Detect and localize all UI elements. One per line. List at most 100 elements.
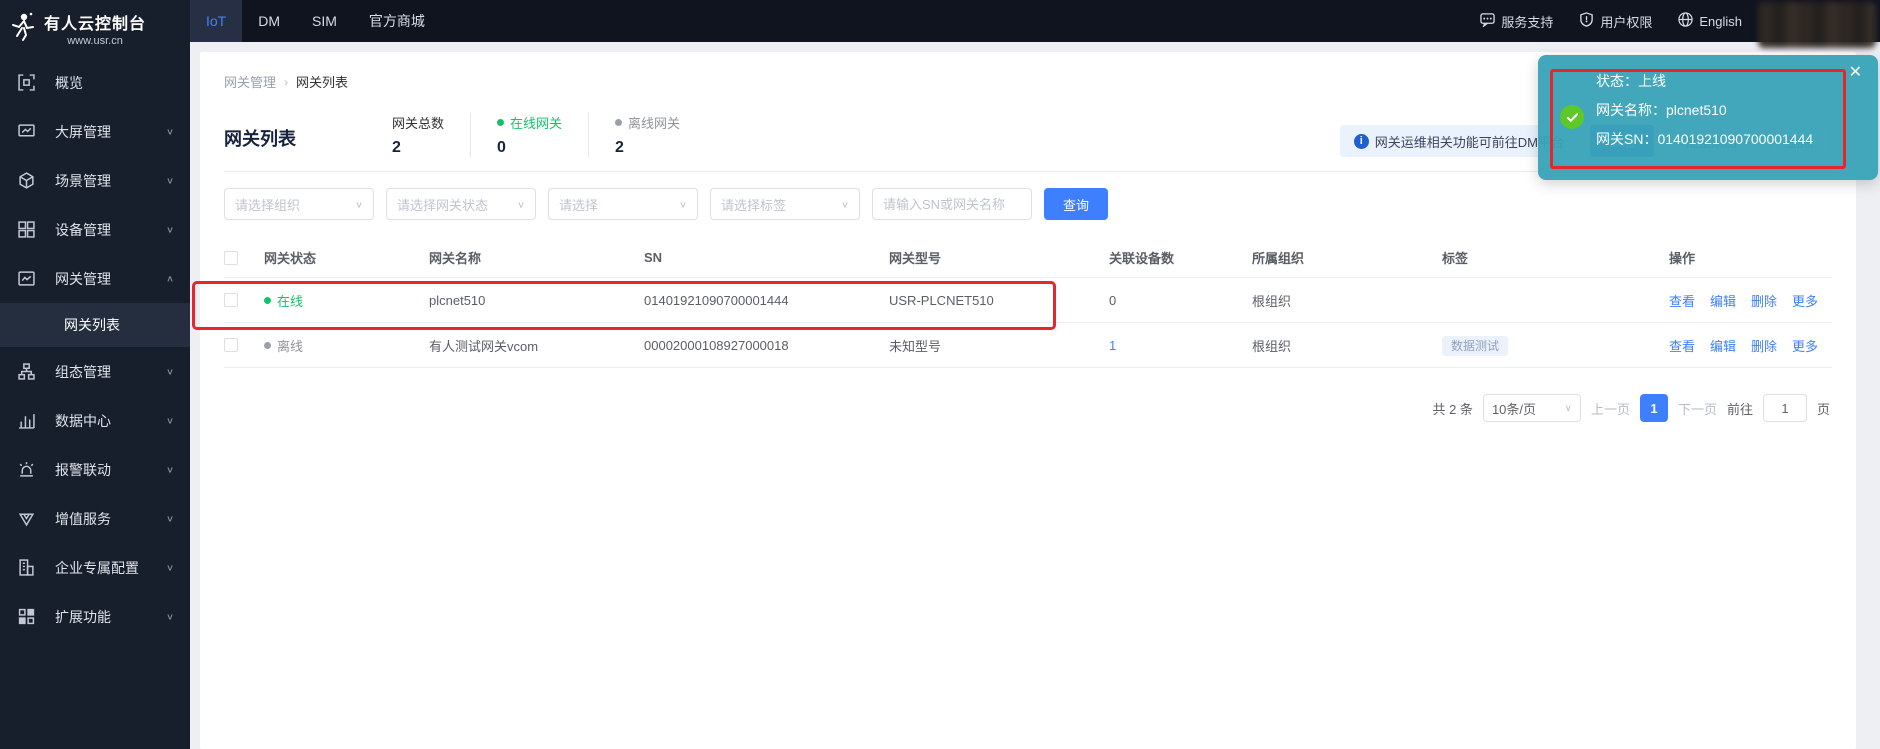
brand-title: 有人云控制台 xyxy=(44,10,146,34)
gateway-sn: 01401921090700001444 xyxy=(644,293,889,308)
org-name: 根组织 xyxy=(1252,336,1442,355)
offline-dot-icon xyxy=(264,342,271,349)
sidebar-item-alarm-linkage[interactable]: 报警联动 ∨ xyxy=(0,445,190,494)
gateway-online-toast: ✕ 状态：上线 网关名称：plcnet510 网关SN：014019210907… xyxy=(1538,55,1878,180)
chevron-down-icon: ∨ xyxy=(679,199,687,209)
value-icon xyxy=(18,510,35,527)
scene-icon xyxy=(18,172,35,189)
device-count: 0 xyxy=(1109,293,1252,308)
language-switch[interactable]: English xyxy=(1678,12,1742,30)
chevron-down-icon: ∨ xyxy=(517,199,525,209)
sidebar-item-screen-mgmt[interactable]: 大屏管理 ∨ xyxy=(0,107,190,156)
sidebar-menu: 概览 大屏管理 ∨ 场景管理 ∨ 设备管理 ∨ 网关管理 ∧ 网关列表 组态管 xyxy=(0,58,190,641)
page-size-select[interactable]: 10条/页∨ xyxy=(1483,394,1581,422)
alarm-icon xyxy=(18,461,35,478)
edit-link[interactable]: 编辑 xyxy=(1710,291,1736,310)
device-icon xyxy=(18,221,35,238)
offline-dot-icon xyxy=(615,119,622,126)
goto-label: 前往 xyxy=(1727,399,1753,418)
sidebar-item-overview[interactable]: 概览 xyxy=(0,58,190,107)
sidebar-item-extensions[interactable]: 扩展功能 ∨ xyxy=(0,592,190,641)
next-page-button[interactable]: 下一页 xyxy=(1678,399,1717,418)
select-all-checkbox[interactable] xyxy=(224,251,238,265)
chevron-down-icon: ∨ xyxy=(166,175,174,185)
chevron-down-icon: ∨ xyxy=(841,199,849,209)
chevron-down-icon: ∨ xyxy=(166,224,174,234)
table-row-plcnet510: 在线 plcnet510 01401921090700001444 USR-PL… xyxy=(224,278,1832,323)
more-link[interactable]: 更多 xyxy=(1792,336,1818,355)
chevron-down-icon: ∨ xyxy=(166,562,174,572)
delete-link[interactable]: 删除 xyxy=(1751,336,1777,355)
screen-icon xyxy=(18,123,35,140)
avatar[interactable] xyxy=(1758,2,1876,48)
chevron-down-icon: ∨ xyxy=(1565,403,1572,414)
support-link[interactable]: 服务支持 xyxy=(1480,12,1553,31)
brand-url: www.usr.cn xyxy=(67,35,123,47)
view-link[interactable]: 查看 xyxy=(1669,291,1695,310)
edit-link[interactable]: 编辑 xyxy=(1710,336,1736,355)
view-link[interactable]: 查看 xyxy=(1669,336,1695,355)
sidebar-item-gateway-mgmt[interactable]: 网关管理 ∧ xyxy=(0,254,190,303)
overview-icon xyxy=(18,74,35,91)
sidebar-item-enterprise-config[interactable]: 企业专属配置 ∨ xyxy=(0,543,190,592)
chevron-up-icon: ∧ xyxy=(166,273,174,283)
toast-sn-line: 网关SN：01401921090700001444 xyxy=(1596,129,1813,149)
tab-dm[interactable]: DM xyxy=(242,0,296,42)
gateway-stats: 网关总数 2 在线网关 0 离线网关 2 xyxy=(392,113,706,157)
total-count: 共 2 条 xyxy=(1432,399,1472,418)
org-select[interactable]: 请选择组织∨ xyxy=(224,188,374,220)
pagination: 共 2 条 10条/页∨ 上一页 1 下一页 前往 页 xyxy=(224,394,1832,422)
close-icon[interactable]: ✕ xyxy=(1849,65,1862,81)
stat-online: 在线网关 0 xyxy=(470,113,588,157)
sidebar-subitem-gateway-list[interactable]: 网关列表 xyxy=(0,303,190,347)
breadcrumb-current: 网关列表 xyxy=(296,72,348,91)
chevron-down-icon: ∨ xyxy=(166,366,174,376)
enterprise-icon xyxy=(18,559,35,576)
chevron-down-icon: ∨ xyxy=(166,513,174,523)
table-row-vcom: 离线 有人测试网关vcom 00002000108927000018 未知型号 … xyxy=(224,323,1832,368)
info-icon: i xyxy=(1354,134,1369,149)
search-button[interactable]: 查询 xyxy=(1044,188,1108,220)
data-icon xyxy=(18,412,35,429)
model-select[interactable]: 请选择∨ xyxy=(548,188,698,220)
sidebar-item-value-services[interactable]: 增值服务 ∨ xyxy=(0,494,190,543)
tab-official-store[interactable]: 官方商城 xyxy=(353,0,441,42)
user-permission-link[interactable]: 用户权限 xyxy=(1579,12,1652,31)
sn-search-input[interactable] xyxy=(872,188,1032,220)
sidebar-item-data-center[interactable]: 数据中心 ∨ xyxy=(0,396,190,445)
sidebar-item-scene-mgmt[interactable]: 场景管理 ∨ xyxy=(0,156,190,205)
gateway-model: USR-PLCNET510 xyxy=(889,293,1109,308)
breadcrumb-separator-icon: › xyxy=(284,75,288,89)
gateway-icon xyxy=(18,270,35,287)
row-checkbox[interactable] xyxy=(224,338,238,352)
brand-logo[interactable]: 有人云控制台 www.usr.cn xyxy=(0,0,190,52)
toast-status-line: 状态：上线 xyxy=(1596,71,1813,91)
table-header-row: 网关状态 网关名称 SN 网关型号 关联设备数 所属组织 标签 操作 xyxy=(224,238,1832,278)
sidebar-item-config-mgmt[interactable]: 组态管理 ∨ xyxy=(0,347,190,396)
online-dot-icon xyxy=(497,119,504,126)
tab-sim[interactable]: SIM xyxy=(296,0,353,42)
chevron-down-icon: ∨ xyxy=(166,464,174,474)
more-link[interactable]: 更多 xyxy=(1792,291,1818,310)
tag-chip: 数据测试 xyxy=(1442,336,1508,356)
current-page-button[interactable]: 1 xyxy=(1640,394,1668,422)
page-title: 网关列表 xyxy=(224,113,296,157)
stat-total: 网关总数 2 xyxy=(392,113,470,157)
breadcrumb-parent[interactable]: 网关管理 xyxy=(224,72,276,91)
gateway-status-select[interactable]: 请选择网关状态∨ xyxy=(386,188,536,220)
delete-link[interactable]: 删除 xyxy=(1751,291,1777,310)
chat-icon xyxy=(1480,12,1495,30)
filter-bar: 请选择组织∨ 请选择网关状态∨ 请选择∨ 请选择标签∨ 查询 xyxy=(224,188,1832,220)
gateway-sn: 00002000108927000018 xyxy=(644,338,889,353)
device-count-link[interactable]: 1 xyxy=(1109,338,1116,353)
sidebar-item-device-mgmt[interactable]: 设备管理 ∨ xyxy=(0,205,190,254)
tab-iot[interactable]: IoT xyxy=(190,0,242,42)
goto-page-input[interactable] xyxy=(1763,394,1807,422)
row-checkbox[interactable] xyxy=(224,293,238,307)
tag-select[interactable]: 请选择标签∨ xyxy=(710,188,860,220)
gateway-name: plcnet510 xyxy=(429,293,644,308)
prev-page-button[interactable]: 上一页 xyxy=(1591,399,1630,418)
config-icon xyxy=(18,363,35,380)
online-dot-icon xyxy=(264,297,271,304)
gateway-model: 未知型号 xyxy=(889,336,1109,355)
